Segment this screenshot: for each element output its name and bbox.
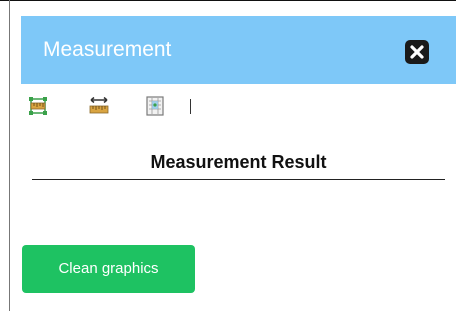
location-icon [146,96,164,116]
left-divider [9,0,10,311]
close-icon [410,45,424,59]
measure-toolbar [21,90,456,124]
ruler-area-icon [29,97,47,115]
measurement-panel: Measurement Measurement Result Clean gra… [21,16,456,311]
clean-graphics-button[interactable]: Clean graphics [22,245,195,293]
top-divider [0,0,456,1]
toolbar-separator [190,99,191,114]
result-title: Measurement Result [150,152,327,172]
result-divider [32,179,445,180]
area-measure-button[interactable] [26,94,50,118]
location-measure-button[interactable] [143,94,167,118]
ruler-distance-icon [89,96,109,114]
app-screen: Measurement Measurement Result Clean gra… [0,0,456,311]
panel-header: Measurement [21,16,456,84]
panel-title: Measurement [43,38,172,61]
distance-measure-button[interactable] [87,94,111,118]
close-button[interactable] [405,40,429,64]
